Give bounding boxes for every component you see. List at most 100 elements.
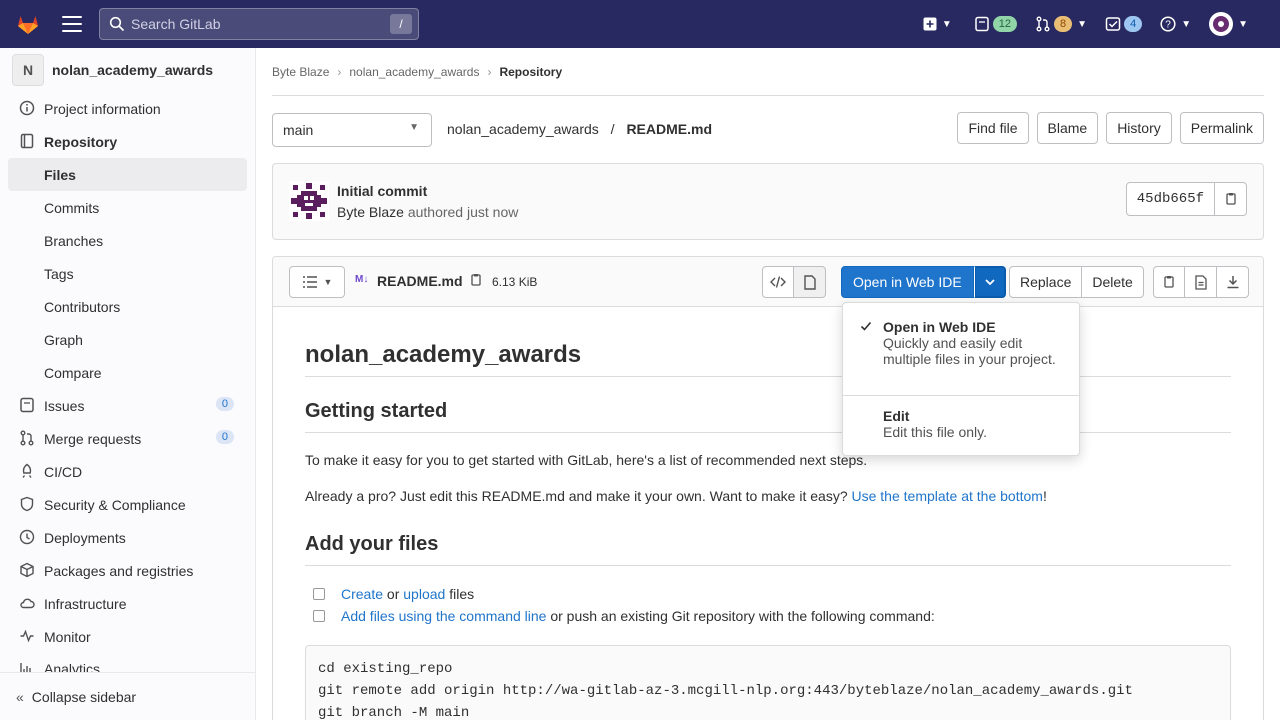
collapse-sidebar-label: Collapse sidebar [31,688,137,705]
download-button[interactable] [1217,266,1249,298]
sidebar-item-label: Project information [44,100,161,117]
sidebar-item-repository[interactable]: Repository [0,125,255,158]
sidebar-item-merge-requests[interactable]: Merge requests 0 [0,422,255,455]
chevron-right-icon: › [337,64,342,79]
sidebar-item-infrastructure[interactable]: Infrastructure [0,587,255,620]
display-source-button[interactable] [762,266,794,298]
sidebar-item-analytics[interactable]: Analytics [0,653,255,673]
copy-icon [1225,193,1236,205]
task-text: or push an existing Git repository with … [546,608,935,624]
issues-icon [975,16,989,32]
create-new-button[interactable]: ▼ [917,8,958,40]
list-icon [302,276,317,288]
permalink-button[interactable]: Permalink [1179,112,1264,144]
issues-button[interactable]: 12 [968,8,1023,40]
sidebar-item-ci-cd[interactable]: CI/CD [0,455,255,488]
sidebar-item-files[interactable]: Files [8,158,247,191]
sidebar-item-label: Commits [44,199,100,216]
copy-icon [1164,276,1174,288]
copy-contents-button[interactable] [1153,266,1185,298]
file-header: ▼ M↓ README.md 6.13 KiB Open in Web IDE [273,257,1263,307]
open-in-web-ide-button[interactable]: Open in Web IDE [841,266,974,298]
dropdown-item-title: Edit [883,408,910,424]
todo-icon [1105,17,1121,31]
sidebar-item-label: Branches [44,232,104,249]
chevron-down-icon: ▼ [1238,18,1248,30]
plus-square-icon [923,17,937,31]
user-avatar-icon [1209,12,1234,36]
edit-options-toggle[interactable] [973,266,1006,298]
todo-count-badge: 4 [1124,16,1143,32]
dropdown-item-web-ide[interactable]: Open in Web IDE Quickly and easily edit … [843,319,1079,367]
paragraph-text: ! [1042,488,1047,504]
table-of-contents-button[interactable]: ▼ [289,266,345,298]
user-menu-button[interactable]: ▼ [1203,8,1254,40]
download-icon [1227,276,1238,289]
commit-sha[interactable]: 45db665f [1125,182,1215,216]
sidebar-item-project-information[interactable]: Project information [0,92,255,125]
blame-button[interactable]: Blame [1036,112,1099,144]
chevron-down-icon: ▼ [409,122,419,133]
delete-button[interactable]: Delete [1082,266,1144,298]
book-icon [20,133,34,149]
help-button[interactable]: ? ▼ [1154,8,1197,40]
sidebar-item-graph[interactable]: Graph [0,323,255,356]
search-input[interactable] [131,16,390,32]
open-raw-button[interactable] [1185,266,1217,298]
replace-delete-group: Replace Delete [1009,266,1144,298]
path-project-link[interactable]: nolan_academy_awards [447,121,599,137]
replace-button[interactable]: Replace [1009,266,1083,298]
sidebar-item-deployments[interactable]: Deployments [0,521,255,554]
readme-paragraph: Already a pro? Just edit this README.md … [305,486,1231,506]
file-viewer: ▼ M↓ README.md 6.13 KiB Open in Web IDE [272,256,1264,720]
project-avatar: N [12,54,44,86]
sidebar-project-header[interactable]: N nolan_academy_awards [0,48,255,92]
collapse-sidebar-button[interactable]: « Collapse sidebar [0,672,255,720]
command-line-link[interactable]: Add files using the command line [341,608,546,624]
dropdown-item-title: Open in Web IDE [883,319,996,335]
chevron-down-icon: ▼ [941,18,952,30]
sidebar-item-contributors[interactable]: Contributors [0,290,255,323]
view-toggle [762,266,826,298]
copy-sha-button[interactable] [1215,182,1247,216]
sidebar-item-security-compliance[interactable]: Security & Compliance [0,488,255,521]
branch-selector[interactable]: main ▼ [272,113,432,147]
sidebar-item-monitor[interactable]: Monitor [0,620,255,653]
template-link[interactable]: Use the template at the bottom [852,488,1043,504]
cloud-icon [20,598,35,609]
create-link[interactable]: Create [341,586,383,602]
commit-title[interactable]: Initial commit [337,183,427,199]
breadcrumb-group[interactable]: Byte Blaze [272,65,329,79]
dropdown-item-edit[interactable]: Edit Edit this file only. [843,408,1079,440]
upload-link[interactable]: upload [403,586,445,602]
history-button[interactable]: History [1106,112,1172,144]
sidebar-item-commits[interactable]: Commits [0,191,255,224]
code-icon [770,276,786,288]
merge-requests-count-badge: 0 [215,430,234,444]
breadcrumb-project[interactable]: nolan_academy_awards [349,65,479,79]
file-size: 6.13 KiB [492,275,538,289]
task-checkbox[interactable] [313,610,325,622]
copy-file-path-button[interactable] [469,273,483,290]
sidebar-item-issues[interactable]: Issues 0 [0,389,255,422]
sidebar-item-label: Security & Compliance [44,496,186,513]
breadcrumb-current[interactable]: Repository [499,65,562,79]
sidebar-item-label: Files [44,166,76,183]
search-icon [109,16,125,32]
chevron-right-icon: › [487,64,492,79]
author-avatar[interactable] [289,181,329,221]
search-box[interactable]: / [99,8,419,40]
gitlab-logo-icon[interactable] [16,12,40,36]
todos-button[interactable]: 4 [1099,8,1148,40]
menu-icon[interactable] [62,16,82,32]
commit-author[interactable]: Byte Blaze [337,204,404,220]
sidebar-item-tags[interactable]: Tags [0,257,255,290]
merge-requests-button[interactable]: 8 ▼ [1029,8,1093,40]
sidebar-item-label: Issues [44,397,85,414]
task-checkbox[interactable] [313,588,325,600]
sidebar-item-branches[interactable]: Branches [0,224,255,257]
sidebar-item-packages-registries[interactable]: Packages and registries [0,554,255,587]
display-rendered-button[interactable] [794,266,826,298]
find-file-button[interactable]: Find file [957,112,1029,144]
sidebar-item-compare[interactable]: Compare [0,356,255,389]
